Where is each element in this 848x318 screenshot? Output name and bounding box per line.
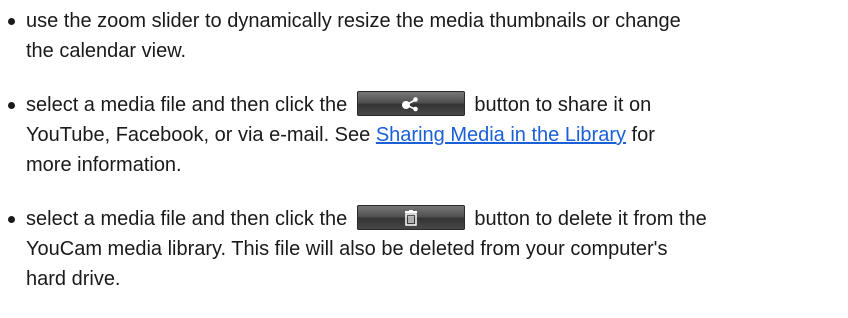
zoom-text-line-2: the calendar view. <box>26 40 187 62</box>
bullet-icon <box>8 18 15 25</box>
share-text-line-2: YouTube, Facebook, or via e-mail. See Sh… <box>26 120 836 150</box>
zoom-text-line-1: use the zoom slider to dynamically resiz… <box>26 10 681 32</box>
list-item-zoom: use the zoom slider to dynamically resiz… <box>0 6 848 66</box>
list-item-share: select a media file and then click the b… <box>0 90 848 180</box>
trash-icon <box>404 209 417 226</box>
share-text-line-3: more information. <box>26 154 182 176</box>
share-text-before-link: YouTube, Facebook, or via e-mail. See <box>26 124 371 146</box>
share-text-after-link: for <box>631 124 655 146</box>
sharing-media-link[interactable]: Sharing Media in the Library <box>376 124 626 146</box>
share-text-after-button: button to share it on <box>474 94 652 116</box>
delete-text-line-2: YouCam media library. This file will als… <box>26 238 668 260</box>
share-text-line-1: select a media file and then click the b… <box>26 90 836 120</box>
help-bullet-list: use the zoom slider to dynamically resiz… <box>0 6 848 318</box>
share-button[interactable] <box>356 91 465 116</box>
list-item-delete: select a media file and then click the b… <box>0 204 848 294</box>
delete-text-line-1: select a media file and then click the b… <box>26 204 836 234</box>
delete-button[interactable] <box>356 205 465 230</box>
delete-text-after-button: button to delete it from the <box>474 208 707 230</box>
bullet-icon <box>8 216 15 223</box>
delete-text-before-button: select a media file and then click the <box>26 208 348 230</box>
share-icon <box>401 96 418 111</box>
bullet-icon <box>8 102 15 109</box>
share-text-before-button: select a media file and then click the <box>26 94 348 116</box>
delete-text-line-3: hard drive. <box>26 268 121 290</box>
